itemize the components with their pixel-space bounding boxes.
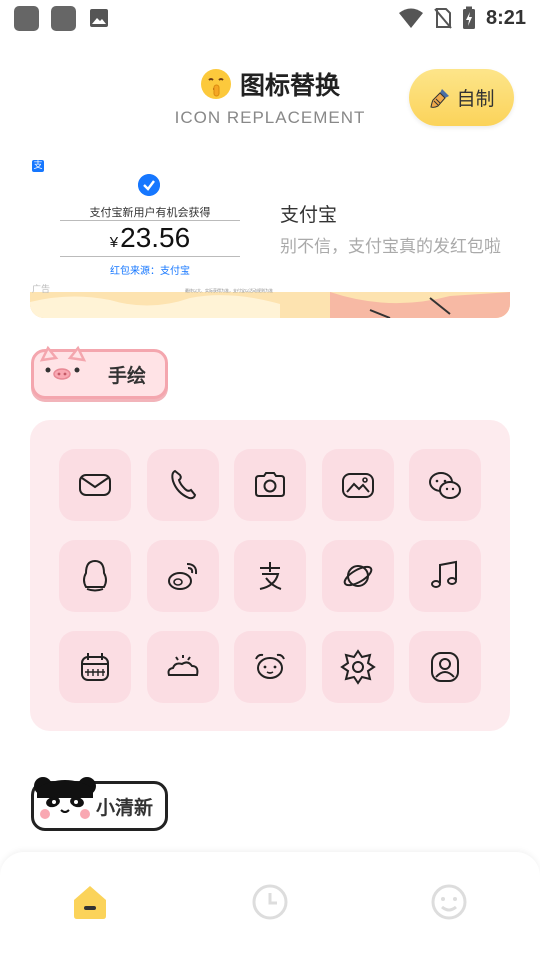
settings-icon[interactable] xyxy=(321,631,394,703)
pig-face-icon xyxy=(39,345,87,380)
alipay-logo-icon: 支 xyxy=(32,160,44,172)
ad-source: 红包来源：支付宝 xyxy=(110,266,190,277)
ad-fine-print: 最终以大、实际获得为准，支付宝以活动规则为准 xyxy=(185,288,273,293)
contacts-icon[interactable] xyxy=(409,631,481,703)
category-label: 手绘 xyxy=(108,364,147,387)
ad-red-packet-card: 支付宝新用户有机会获得 ¥23.56 红包来源：支付宝 xyxy=(60,172,240,280)
ad-description: 别不信，支付宝真的发红包啦 xyxy=(280,237,501,257)
currency-symbol: ¥ xyxy=(109,234,119,251)
phone-icon[interactable] xyxy=(146,449,219,521)
image-icon xyxy=(90,9,108,27)
qq-penguin-icon[interactable] xyxy=(59,540,131,612)
weibo-icon[interactable] xyxy=(146,540,219,612)
divider xyxy=(60,220,240,221)
icon-grid xyxy=(59,449,481,703)
home-icon xyxy=(74,886,106,919)
shushing-face-emoji-icon xyxy=(200,69,231,99)
mail-icon[interactable] xyxy=(59,449,131,521)
ad-amount: ¥23.56 xyxy=(60,222,240,254)
app-notification-icon xyxy=(51,6,76,31)
app-notification-icon xyxy=(14,6,39,31)
category-hand-drawn[interactable]: 手绘 xyxy=(31,345,168,399)
diy-button[interactable]: 自制 xyxy=(409,69,514,126)
camera-icon[interactable] xyxy=(234,449,306,521)
battery-charging-icon xyxy=(462,6,475,29)
nav-home[interactable] xyxy=(68,880,112,924)
status-bar: 8:21 xyxy=(0,0,540,36)
alipay-icon[interactable] xyxy=(234,540,306,612)
clock-icon[interactable] xyxy=(234,631,306,703)
calendar-icon[interactable] xyxy=(59,631,131,703)
music-icon[interactable] xyxy=(409,540,481,612)
icon-pack-preview[interactable] xyxy=(30,420,510,731)
ad-banner[interactable]: 支 支付宝新用户有机会获得 ¥23.56 红包来源：支付宝 广告 最终以大、实际… xyxy=(30,154,510,318)
panda-face-icon xyxy=(34,777,96,819)
profile-face-icon xyxy=(431,884,467,920)
diy-button-label: 自制 xyxy=(456,88,495,110)
ad-tag: 广告 xyxy=(32,285,51,295)
page-title: 图标替换 xyxy=(239,71,340,100)
wifi-icon xyxy=(398,8,423,28)
divider xyxy=(60,256,240,257)
ad-card-text: 支付宝新用户有机会获得 xyxy=(89,206,211,219)
nav-profile[interactable] xyxy=(427,880,471,924)
checkmark-icon xyxy=(138,174,160,196)
category-label: 小清新 xyxy=(96,796,154,819)
weather-icon[interactable] xyxy=(146,631,219,703)
bottom-navigation xyxy=(0,852,540,960)
browser-planet-icon[interactable] xyxy=(321,540,394,612)
brush-icon xyxy=(430,88,450,108)
page-header: 图标替换 ICON REPLACEMENT 自制 xyxy=(0,60,540,140)
amount-value: 23.56 xyxy=(120,222,191,253)
gallery-icon[interactable] xyxy=(321,449,394,521)
wechat-icon[interactable] xyxy=(409,449,481,521)
category-fresh[interactable]: 小清新 xyxy=(31,777,168,831)
history-clock-icon xyxy=(252,884,288,920)
ad-title: 支付宝 xyxy=(280,204,338,226)
clock-time: 8:21 xyxy=(485,6,526,29)
no-sim-icon xyxy=(434,8,452,29)
ad-artwork xyxy=(30,292,510,318)
nav-history[interactable] xyxy=(248,880,292,924)
